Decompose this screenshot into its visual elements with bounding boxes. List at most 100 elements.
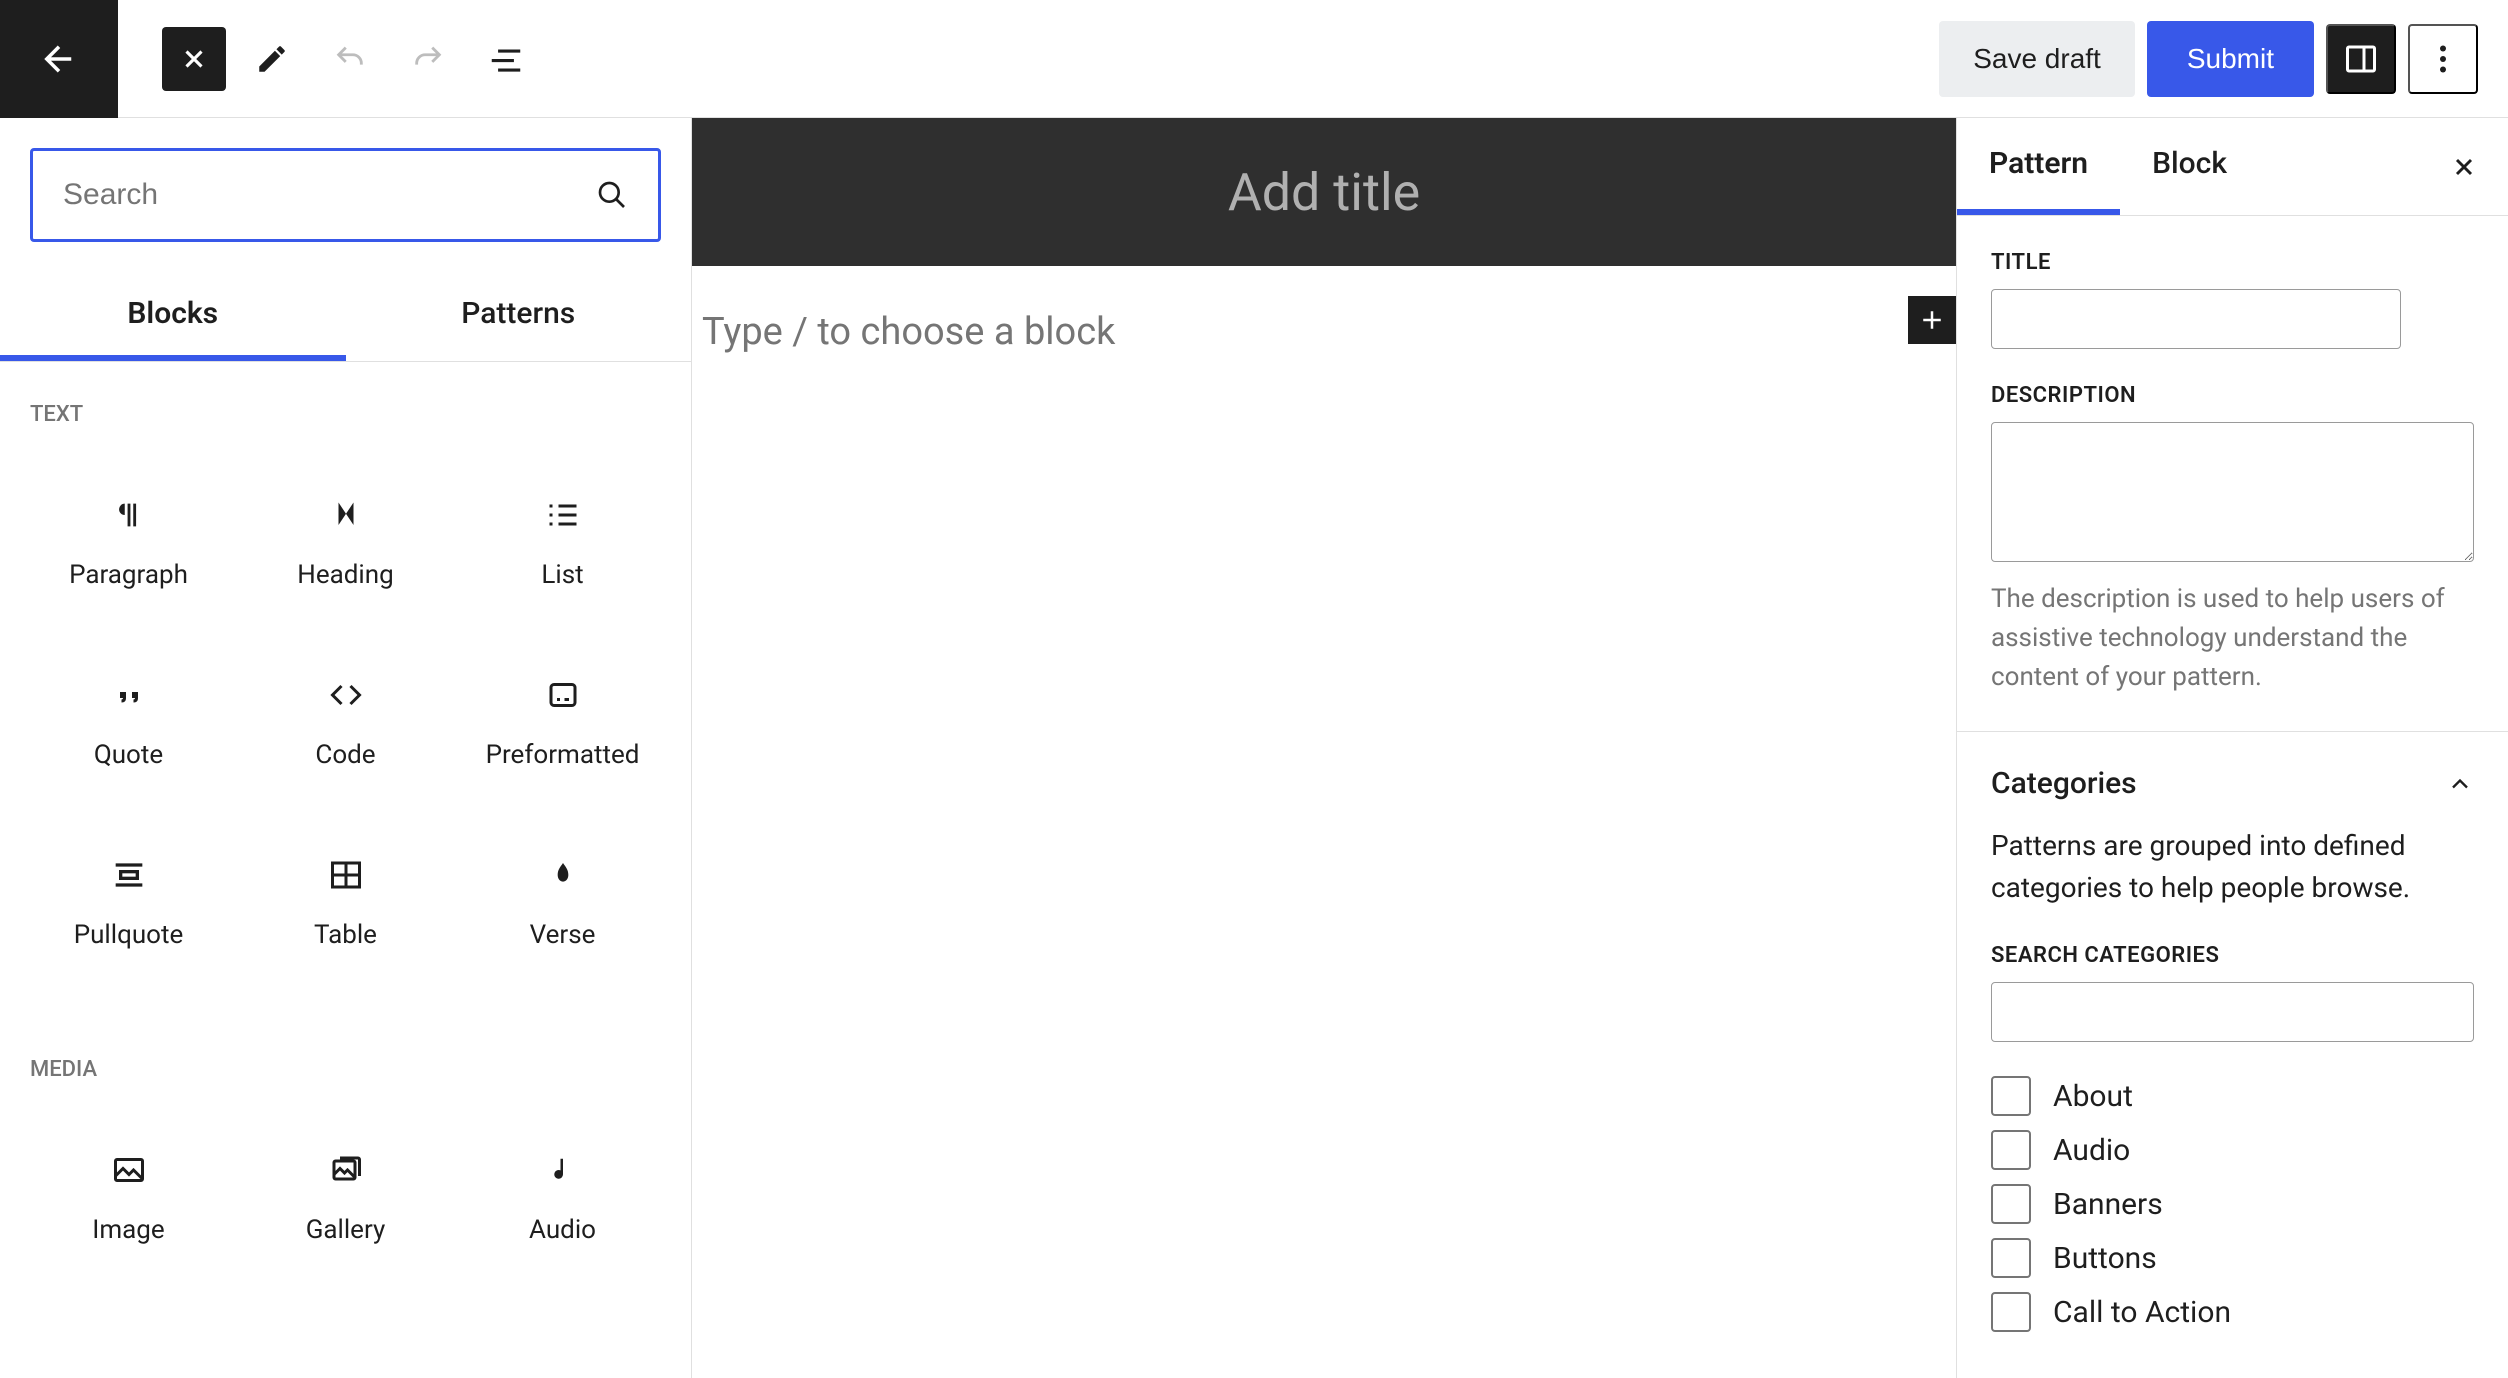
block-label: Table	[314, 920, 377, 950]
gallery-icon	[325, 1149, 367, 1191]
block-label: List	[541, 560, 583, 590]
block-gallery[interactable]: Gallery	[247, 1122, 444, 1272]
block-label: Heading	[297, 560, 393, 590]
block-code[interactable]: Code	[247, 647, 444, 797]
block-image[interactable]: Image	[30, 1122, 227, 1272]
pattern-title-input[interactable]	[1991, 289, 2401, 349]
section-label-media: MEDIA	[0, 1017, 691, 1102]
block-label: Paragraph	[69, 560, 188, 590]
add-block-button[interactable]	[1908, 296, 1956, 344]
sidebar-icon	[2343, 41, 2379, 77]
description-field-label: DESCRIPTION	[1991, 383, 2474, 408]
redo-icon	[411, 42, 445, 76]
category-label: Audio	[2053, 1133, 2130, 1168]
search-input[interactable]	[63, 178, 596, 212]
document-overview-button[interactable]	[474, 27, 538, 91]
back-button[interactable]	[0, 0, 118, 118]
search-categories-input[interactable]	[1991, 982, 2474, 1042]
list-block-icon	[542, 494, 584, 536]
tab-blocks[interactable]: Blocks	[0, 272, 346, 361]
categories-label: Categories	[1991, 766, 2137, 801]
close-settings-button[interactable]	[2440, 143, 2488, 191]
category-item[interactable]: Call to Action	[1991, 1292, 2474, 1332]
block-label: Image	[92, 1215, 164, 1245]
top-toolbar: Save draft Submit	[0, 0, 2508, 118]
checkbox[interactable]	[1991, 1184, 2031, 1224]
section-label-text: TEXT	[0, 362, 691, 447]
block-prompt[interactable]: Type / to choose a block	[702, 310, 1115, 354]
post-title-input[interactable]: Add title	[692, 118, 1956, 266]
divider	[1957, 731, 2508, 732]
block-pullquote[interactable]: Pullquote	[30, 827, 227, 977]
block-inserter-panel: Blocks Patterns TEXT Paragraph Heading L…	[0, 118, 692, 1378]
block-quote[interactable]: Quote	[30, 647, 227, 797]
block-label: Pullquote	[74, 920, 184, 950]
block-table[interactable]: Table	[247, 827, 444, 977]
search-categories-label: SEARCH CATEGORIES	[1991, 943, 2474, 968]
tab-block[interactable]: Block	[2120, 118, 2259, 215]
more-vertical-icon	[2425, 41, 2461, 77]
category-label: About	[2053, 1079, 2133, 1114]
close-icon	[179, 44, 209, 74]
category-item[interactable]: Buttons	[1991, 1238, 2474, 1278]
description-help-text: The description is used to help users of…	[1991, 580, 2474, 697]
category-item[interactable]: About	[1991, 1076, 2474, 1116]
block-label: Audio	[529, 1215, 596, 1245]
settings-panel: Pattern Block TITLE DESCRIPTION The desc…	[1956, 118, 2508, 1378]
category-label: Call to Action	[2053, 1295, 2231, 1330]
search-icon	[596, 179, 628, 211]
tab-patterns[interactable]: Patterns	[346, 272, 692, 361]
block-heading[interactable]: Heading	[247, 467, 444, 617]
plus-icon	[1917, 305, 1947, 335]
pattern-description-input[interactable]	[1991, 422, 2474, 562]
tools-button[interactable]	[240, 27, 304, 91]
submit-button[interactable]: Submit	[2147, 21, 2314, 97]
verse-icon	[542, 854, 584, 896]
categories-header[interactable]: Categories	[1991, 766, 2474, 801]
category-item[interactable]: Banners	[1991, 1184, 2474, 1224]
list-icon	[487, 40, 525, 78]
table-icon	[325, 854, 367, 896]
checkbox[interactable]	[1991, 1238, 2031, 1278]
block-label: Quote	[94, 740, 163, 770]
block-verse[interactable]: Verse	[464, 827, 661, 977]
tab-pattern[interactable]: Pattern	[1957, 118, 2120, 215]
block-audio[interactable]: Audio	[464, 1122, 661, 1272]
heading-icon	[325, 494, 367, 536]
settings-panel-toggle[interactable]	[2326, 24, 2396, 94]
undo-button[interactable]	[318, 27, 382, 91]
block-preformatted[interactable]: Preformatted	[464, 647, 661, 797]
categories-description: Patterns are grouped into defined catego…	[1991, 825, 2474, 909]
category-item[interactable]: Audio	[1991, 1130, 2474, 1170]
quote-icon	[108, 674, 150, 716]
preformatted-icon	[542, 674, 584, 716]
undo-icon	[333, 42, 367, 76]
editor-canvas: Add title Type / to choose a block	[692, 118, 1956, 1378]
category-label: Banners	[2053, 1187, 2163, 1222]
checkbox[interactable]	[1991, 1292, 2031, 1332]
block-label: Gallery	[306, 1215, 386, 1245]
paragraph-icon	[108, 494, 150, 536]
close-icon	[2450, 153, 2478, 181]
block-paragraph[interactable]: Paragraph	[30, 467, 227, 617]
chevron-up-icon	[2446, 770, 2474, 798]
category-label: Buttons	[2053, 1241, 2157, 1276]
title-field-label: TITLE	[1991, 250, 2474, 275]
image-icon	[108, 1149, 150, 1191]
pencil-icon	[255, 42, 289, 76]
search-field[interactable]	[30, 148, 661, 242]
audio-icon	[542, 1149, 584, 1191]
block-list[interactable]: List	[464, 467, 661, 617]
block-label: Verse	[530, 920, 596, 950]
block-label: Preformatted	[486, 740, 640, 770]
checkbox[interactable]	[1991, 1076, 2031, 1116]
close-inserter-button[interactable]	[162, 27, 226, 91]
save-draft-button[interactable]: Save draft	[1939, 21, 2135, 97]
block-label: Code	[315, 740, 375, 770]
code-icon	[325, 674, 367, 716]
title-placeholder: Add title	[1228, 162, 1420, 223]
pullquote-icon	[108, 854, 150, 896]
checkbox[interactable]	[1991, 1130, 2031, 1170]
options-button[interactable]	[2408, 24, 2478, 94]
redo-button[interactable]	[396, 27, 460, 91]
